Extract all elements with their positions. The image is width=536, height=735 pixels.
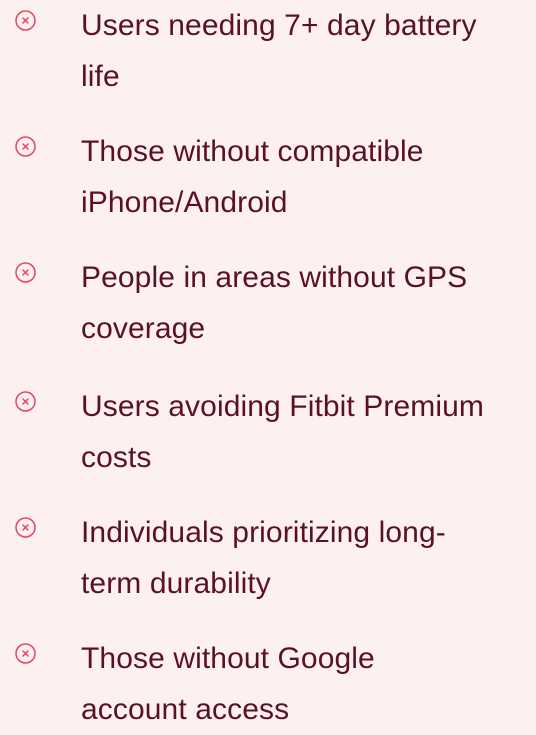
list-item-text: Those without compatible iPhone/Android [81, 126, 531, 228]
list-item-text: People in areas without GPS coverage [81, 252, 531, 354]
list-item-text: Those without Google account access [81, 633, 531, 735]
list-item-line: Individuals prioritizing long- [81, 516, 446, 549]
list-item-line: Those without compatible [81, 135, 424, 168]
list-item-line: Users needing 7+ day battery [81, 9, 477, 42]
list-item-line: Users avoiding Fitbit Premium [81, 390, 485, 423]
x-circle-icon [15, 136, 36, 157]
x-circle-icon [15, 643, 36, 664]
not-recommended-list: Users needing 7+ day battery life Those … [0, 0, 536, 726]
x-circle-icon [15, 10, 36, 31]
list-item-line: account access [81, 693, 290, 726]
list-item-text: Users needing 7+ day battery life [81, 0, 531, 102]
list-item-line: life [81, 60, 120, 93]
list-item-line: costs [81, 441, 152, 474]
x-circle-icon [15, 262, 36, 283]
x-circle-icon [15, 517, 36, 538]
list-item-line: term durability [81, 567, 271, 600]
list-item-line: Those without Google [81, 642, 375, 675]
list-item-line: coverage [81, 312, 206, 345]
list-item-line: People in areas without GPS [81, 261, 468, 294]
list-item-text: Individuals prioritizing long- term dura… [81, 507, 531, 609]
x-circle-icon [15, 391, 36, 412]
list-item-text: Users avoiding Fitbit Premium costs [81, 381, 531, 483]
list-item-line: iPhone/Android [81, 186, 288, 219]
